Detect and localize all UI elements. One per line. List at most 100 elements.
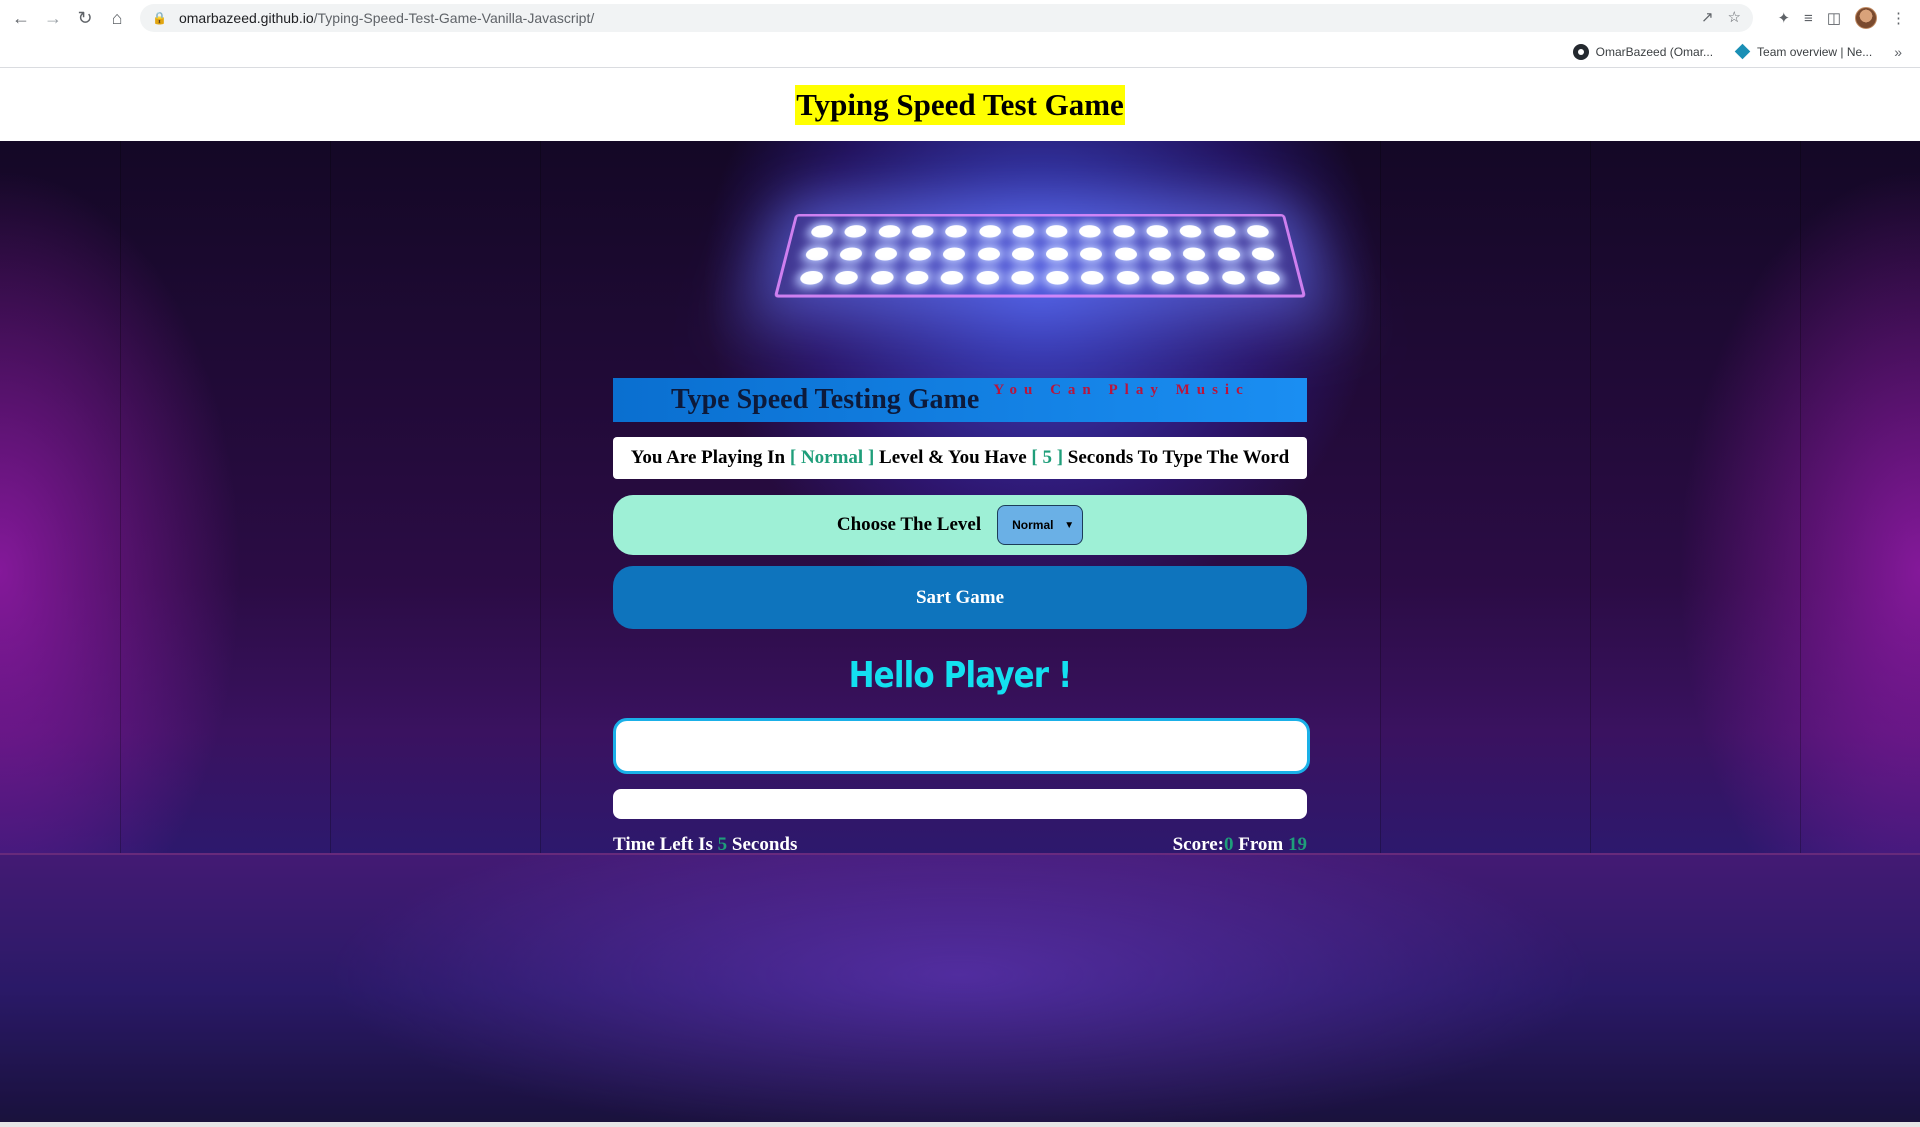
time-left-suffix: Seconds xyxy=(727,834,798,855)
light-bulb xyxy=(1010,270,1034,285)
stage-floor xyxy=(0,853,1920,1127)
wall-seam xyxy=(330,141,331,853)
light-bulb xyxy=(1250,247,1276,261)
chevron-down-icon: ▼ xyxy=(1064,519,1075,531)
music-hint: You Can Play Music xyxy=(993,381,1250,398)
game-title-bar: Type Speed Testing Game You Can Play Mus… xyxy=(613,378,1307,422)
light-bulb xyxy=(942,247,966,261)
page-header: Typing Speed Test Game xyxy=(0,69,1920,141)
time-left: Time Left Is 5 Seconds xyxy=(613,834,797,856)
light-bulb xyxy=(908,247,932,261)
light-bulb xyxy=(1150,270,1175,285)
word-input[interactable] xyxy=(613,718,1310,774)
light-bulb xyxy=(843,225,868,238)
light-bulb xyxy=(1212,225,1237,238)
side-panel-icon[interactable]: ◫ xyxy=(1827,9,1841,27)
start-game-button[interactable]: Sart Game xyxy=(613,566,1307,629)
light-bulb xyxy=(1255,270,1281,285)
game-title: Type Speed Testing Game xyxy=(671,384,980,415)
url-host: omarbazeed.github.io xyxy=(178,10,314,26)
light-bulb xyxy=(1046,270,1070,285)
browser-toolbar: ← → ↻ ⌂ 🔒 omarbazeed.github.io/Typing-Sp… xyxy=(0,0,1920,36)
game-stage: Type Speed Testing Game You Can Play Mus… xyxy=(0,141,1920,1127)
light-bulb xyxy=(977,247,1000,261)
wall-seam xyxy=(1800,141,1801,853)
light-bulb xyxy=(1081,270,1105,285)
page-title: Typing Speed Test Game xyxy=(795,85,1125,125)
light-bulb xyxy=(834,270,860,285)
wall-seam xyxy=(120,141,121,853)
light-bulb xyxy=(1012,225,1035,238)
score: Score:0 From 19 xyxy=(1173,834,1307,856)
light-bulb xyxy=(940,270,965,285)
score-total: 19 xyxy=(1288,834,1307,855)
choose-level-label: Choose The Level xyxy=(836,514,982,535)
light-bulb xyxy=(1148,247,1172,261)
light-bulb xyxy=(1011,247,1034,261)
url-path: /Typing-Speed-Test-Game-Vanilla-Javascri… xyxy=(313,10,595,26)
light-bulb xyxy=(1046,247,1069,261)
bookmark-label: Team overview | Ne... xyxy=(1757,44,1873,59)
light-bulb xyxy=(904,270,930,285)
upcoming-words-area xyxy=(613,789,1307,819)
score-from: From xyxy=(1233,834,1288,855)
bookmark-label: OmarBazeed (Omar... xyxy=(1595,44,1714,59)
light-bulb xyxy=(975,270,999,285)
reading-list-icon[interactable]: ≡ xyxy=(1804,10,1813,27)
light-bulb xyxy=(944,225,968,238)
home-icon[interactable]: ⌂ xyxy=(104,5,130,31)
greeting-text: Hello Player ! xyxy=(848,654,1073,696)
level-select[interactable]: Normal ▼ xyxy=(997,505,1084,545)
level-select-value: Normal xyxy=(1012,518,1054,532)
share-icon[interactable]: ↗ xyxy=(1701,8,1714,26)
light-bulb xyxy=(798,270,825,285)
light-bulb xyxy=(1182,247,1207,261)
wall-seam xyxy=(1590,141,1591,853)
wall-seam xyxy=(540,141,541,853)
light-bulb xyxy=(1179,225,1203,238)
light-bulb xyxy=(911,225,935,238)
light-bulb xyxy=(1145,225,1169,238)
light-bulb xyxy=(877,225,901,238)
light-bulb xyxy=(1079,225,1102,238)
light-bulb xyxy=(869,270,895,285)
message-prefix: You Are Playing In xyxy=(630,447,790,468)
bottom-strip xyxy=(0,1122,1920,1127)
light-bulb xyxy=(1185,270,1211,285)
game-controls: Time Left Is 5 Seconds Score:0 From 19 xyxy=(613,833,1307,857)
more-bookmarks-icon[interactable]: » xyxy=(1894,44,1902,60)
light-bulb xyxy=(1220,270,1246,285)
github-icon xyxy=(1572,43,1589,60)
time-left-prefix: Time Left Is xyxy=(613,834,718,855)
light-bulb xyxy=(809,225,835,238)
message-middle: Level & You Have xyxy=(874,447,1032,468)
profile-avatar[interactable] xyxy=(1855,7,1877,29)
bookmark-star-icon[interactable]: ☆ xyxy=(1728,8,1741,26)
address-bar[interactable]: 🔒 omarbazeed.github.io/Typing-Speed-Test… xyxy=(140,4,1753,32)
back-icon[interactable]: ← xyxy=(8,5,34,31)
wall-seam xyxy=(1380,141,1381,853)
spotlight-panel xyxy=(773,213,1307,298)
bookmark-github[interactable]: OmarBazeed (Omar... xyxy=(1572,43,1714,60)
diamond-icon xyxy=(1734,43,1751,60)
light-bulb xyxy=(839,247,864,261)
light-bulb xyxy=(1112,225,1136,238)
bookmark-team-overview[interactable]: Team overview | Ne... xyxy=(1734,43,1873,60)
light-bulb xyxy=(1216,247,1241,261)
light-bulb xyxy=(1114,247,1138,261)
message-suffix: Seconds To Type The Word xyxy=(1063,447,1290,468)
light-bulb xyxy=(1115,270,1140,285)
forward-icon[interactable]: → xyxy=(40,5,66,31)
light-bulb xyxy=(1080,247,1103,261)
bookmarks-bar: OmarBazeed (Omar... Team overview | Ne..… xyxy=(0,36,1920,68)
level-chooser: Choose The Level Normal ▼ xyxy=(613,495,1307,555)
reload-icon[interactable]: ↻ xyxy=(72,5,98,31)
light-bulb xyxy=(1045,225,1068,238)
menu-icon[interactable]: ⋮ xyxy=(1891,9,1906,27)
message-level: [ Normal ] xyxy=(789,447,875,468)
lock-icon: 🔒 xyxy=(152,11,167,25)
extensions-icon[interactable]: ✦ xyxy=(1777,9,1790,27)
light-bulb xyxy=(804,247,830,261)
light-bulb xyxy=(978,225,1001,238)
score-prefix: Score: xyxy=(1172,834,1224,855)
